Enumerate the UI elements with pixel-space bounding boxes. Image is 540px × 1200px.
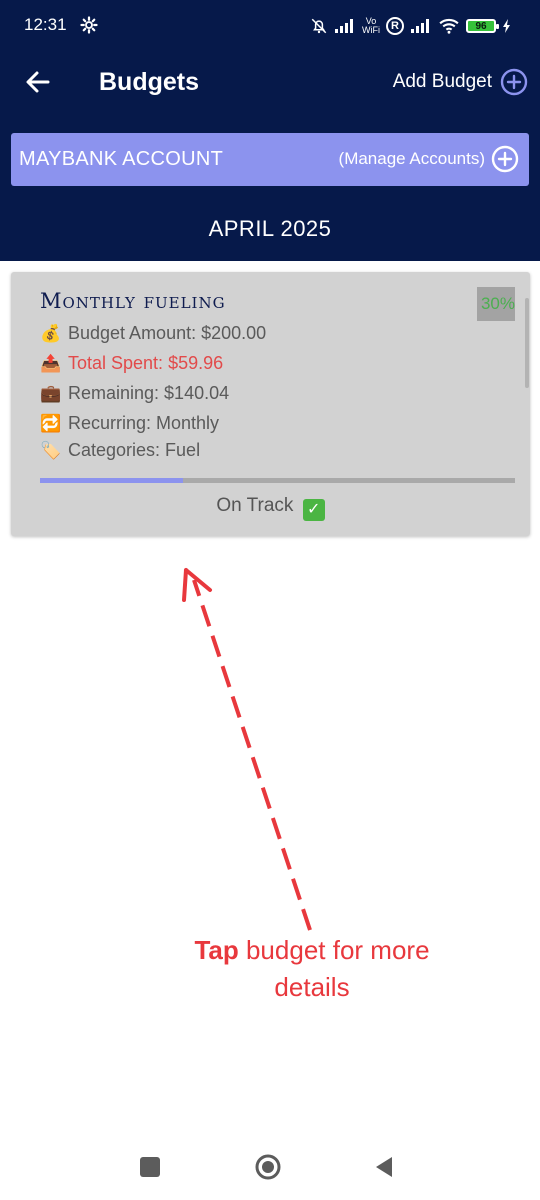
- categories-row: 🏷️ Categories: Fuel: [40, 440, 200, 461]
- budget-title: Monthly fueling: [40, 289, 226, 313]
- total-spent-row: 📤 Total Spent: $59.96: [40, 353, 223, 374]
- budget-progress-fill: [40, 478, 183, 483]
- account-name: MAYBANK ACCOUNT: [19, 148, 224, 170]
- recurring: Recurring: Monthly: [68, 413, 220, 433]
- page-title: Budgets: [99, 68, 199, 96]
- annotation-rest: budget for more details: [238, 935, 430, 1002]
- plus-circle-icon: [500, 68, 528, 96]
- bell-muted-icon: [311, 18, 327, 34]
- status-time: 12:31: [24, 15, 67, 34]
- briefcase-icon: 💼: [40, 383, 62, 403]
- recurring-row: 🔁 Recurring: Monthly: [40, 413, 219, 434]
- back-arrow-icon[interactable]: [24, 68, 52, 96]
- annotation-bold: Tap: [194, 935, 239, 965]
- gear-icon: [80, 16, 98, 34]
- period-label: APRIL 2025: [208, 216, 332, 241]
- roaming-icon: R: [386, 17, 404, 35]
- add-budget-label: Add Budget: [392, 71, 492, 92]
- budget-amount: Budget Amount: $200.00: [68, 323, 267, 343]
- status-icons: Vo WiFi R 96: [310, 14, 512, 38]
- charging-bolt-icon: [503, 19, 510, 33]
- plus-circle-icon: [491, 145, 519, 173]
- budget-card[interactable]: Monthly fueling 30% 💰 Budget Amount: $20…: [11, 272, 530, 536]
- label-tag-icon: 🏷️: [40, 440, 62, 460]
- budget-progress-bar: [40, 478, 515, 483]
- annotation-arrow: [182, 568, 312, 931]
- budget-percent: 30%: [477, 287, 515, 321]
- scrollbar[interactable]: [525, 298, 529, 388]
- categories: Categories: Fuel: [68, 440, 201, 460]
- manage-accounts-label: (Manage Accounts): [338, 149, 485, 168]
- repeat-icon: 🔁: [40, 413, 62, 433]
- total-spent: Total Spent: $59.96: [68, 353, 224, 373]
- recents-button[interactable]: [140, 1157, 160, 1177]
- budget-status: On Track ✓: [11, 495, 530, 521]
- back-nav-button[interactable]: [372, 1155, 396, 1179]
- battery-icon: 96: [466, 19, 499, 33]
- system-nav-bar: [0, 1140, 540, 1200]
- remaining: Remaining: $140.04: [68, 383, 230, 403]
- wifi-icon: [439, 18, 459, 34]
- outbox-tray-icon: 📤: [40, 353, 62, 373]
- budget-amount-row: 💰 Budget Amount: $200.00: [40, 323, 266, 344]
- money-bag-icon: 💰: [40, 323, 62, 343]
- signal-icon-2: [411, 19, 429, 33]
- annotation-text: Tap budget for more details: [165, 932, 459, 1006]
- app-bar: Budgets Add Budget: [0, 52, 540, 116]
- check-mark-icon: ✓: [302, 499, 325, 521]
- account-selector[interactable]: MAYBANK ACCOUNT (Manage Accounts): [11, 133, 529, 186]
- vowifi-icon: Vo WiFi: [362, 16, 380, 35]
- budget-status-label: On Track: [216, 495, 294, 516]
- remaining-row: 💼 Remaining: $140.04: [40, 383, 229, 404]
- home-button[interactable]: [254, 1153, 282, 1181]
- manage-accounts-button[interactable]: (Manage Accounts): [339, 145, 519, 173]
- signal-icon: [335, 19, 353, 33]
- status-bar: 12:31 Vo WiFi R 96: [0, 0, 540, 52]
- add-budget-button[interactable]: Add Budget: [393, 68, 528, 96]
